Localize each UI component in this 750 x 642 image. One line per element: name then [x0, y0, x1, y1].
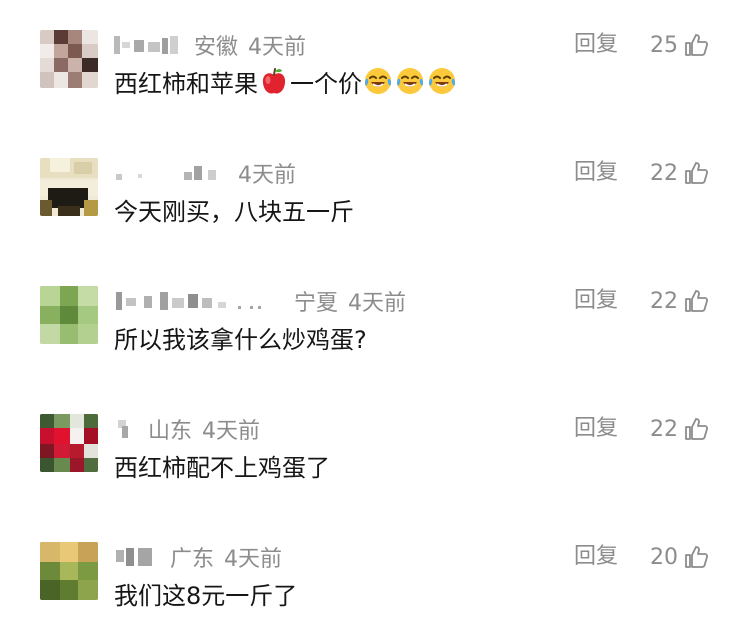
thumbs-up-icon[interactable]	[683, 160, 709, 186]
reply-button[interactable]: 回复	[574, 30, 618, 60]
like-count: 25	[650, 32, 678, 58]
avatar[interactable]	[40, 30, 98, 88]
reply-button[interactable]: 回复	[574, 542, 618, 572]
laughing-crying-emoji	[427, 66, 457, 96]
comment-text: 所以我该拿什么炒鸡蛋?	[114, 325, 367, 354]
like-button[interactable]: 22	[650, 414, 709, 444]
comment-item: 安徽 4天前 西红柿和苹果 一个价 回复 25	[0, 30, 750, 140]
comment-item: 广东 4天前 我们这8元一斤了 回复 20	[0, 542, 750, 642]
comment-meta: 山东 4天前	[114, 414, 260, 444]
thumbs-up-icon[interactable]	[683, 288, 709, 314]
comment-item: 山东 4天前 西红柿配不上鸡蛋了 回复 22	[0, 414, 750, 524]
username-obscured[interactable]	[114, 34, 182, 56]
timestamp: 4天前	[238, 163, 296, 188]
like-button[interactable]: 20	[650, 542, 709, 572]
thumbs-up-icon[interactable]	[683, 416, 709, 442]
laughing-crying-emoji	[363, 66, 393, 96]
timestamp: 4天前	[224, 547, 283, 572]
location-label: 山东	[148, 419, 193, 444]
location-label: 安徽	[194, 35, 239, 60]
comment-meta: 4天前	[114, 158, 296, 188]
timestamp: 4天前	[248, 35, 307, 60]
comment-item: 4天前 今天刚买，八块五一斤 回复 22	[0, 158, 750, 268]
like-button[interactable]: 22	[650, 286, 709, 316]
comment-meta: 广东 4天前	[114, 542, 282, 572]
comment-text: 我们这8元一斤了	[114, 581, 298, 610]
comment-text: 西红柿和苹果 一个价	[114, 65, 458, 98]
comment-list: 安徽 4天前 西红柿和苹果 一个价 回复 25 4天前 今天刚买，八块五一斤 回…	[0, 0, 750, 642]
like-count: 22	[650, 160, 678, 186]
thumbs-up-icon[interactable]	[683, 32, 709, 58]
username-obscured[interactable]	[114, 546, 158, 568]
comment-text: 今天刚买，八块五一斤	[114, 197, 354, 226]
comment-meta: 安徽 4天前	[114, 30, 306, 60]
username-obscured[interactable]	[114, 162, 222, 184]
timestamp: 4天前	[348, 291, 407, 316]
username-obscured[interactable]	[114, 290, 282, 312]
like-count: 20	[650, 544, 678, 570]
avatar[interactable]	[40, 158, 98, 216]
avatar[interactable]	[40, 414, 98, 472]
like-count: 22	[650, 288, 678, 314]
location-label: 宁夏	[294, 291, 339, 316]
thumbs-up-icon[interactable]	[683, 544, 709, 570]
apple-emoji	[259, 66, 289, 96]
comment-meta: 宁夏 4天前	[114, 286, 406, 316]
reply-button[interactable]: 回复	[574, 286, 618, 316]
avatar[interactable]	[40, 286, 98, 344]
username-obscured[interactable]	[114, 418, 136, 440]
like-count: 22	[650, 416, 678, 442]
like-button[interactable]: 22	[650, 158, 709, 188]
reply-button[interactable]: 回复	[574, 414, 618, 444]
laughing-crying-emoji	[395, 66, 425, 96]
location-label: 广东	[170, 547, 215, 572]
comment-text: 西红柿配不上鸡蛋了	[114, 453, 330, 482]
like-button[interactable]: 25	[650, 30, 709, 60]
avatar[interactable]	[40, 542, 98, 600]
comment-text-part: 一个价	[290, 69, 362, 98]
reply-button[interactable]: 回复	[574, 158, 618, 188]
comment-text-part: 西红柿和苹果	[114, 69, 258, 98]
comment-item: 宁夏 4天前 所以我该拿什么炒鸡蛋? 回复 22	[0, 286, 750, 396]
timestamp: 4天前	[202, 419, 261, 444]
